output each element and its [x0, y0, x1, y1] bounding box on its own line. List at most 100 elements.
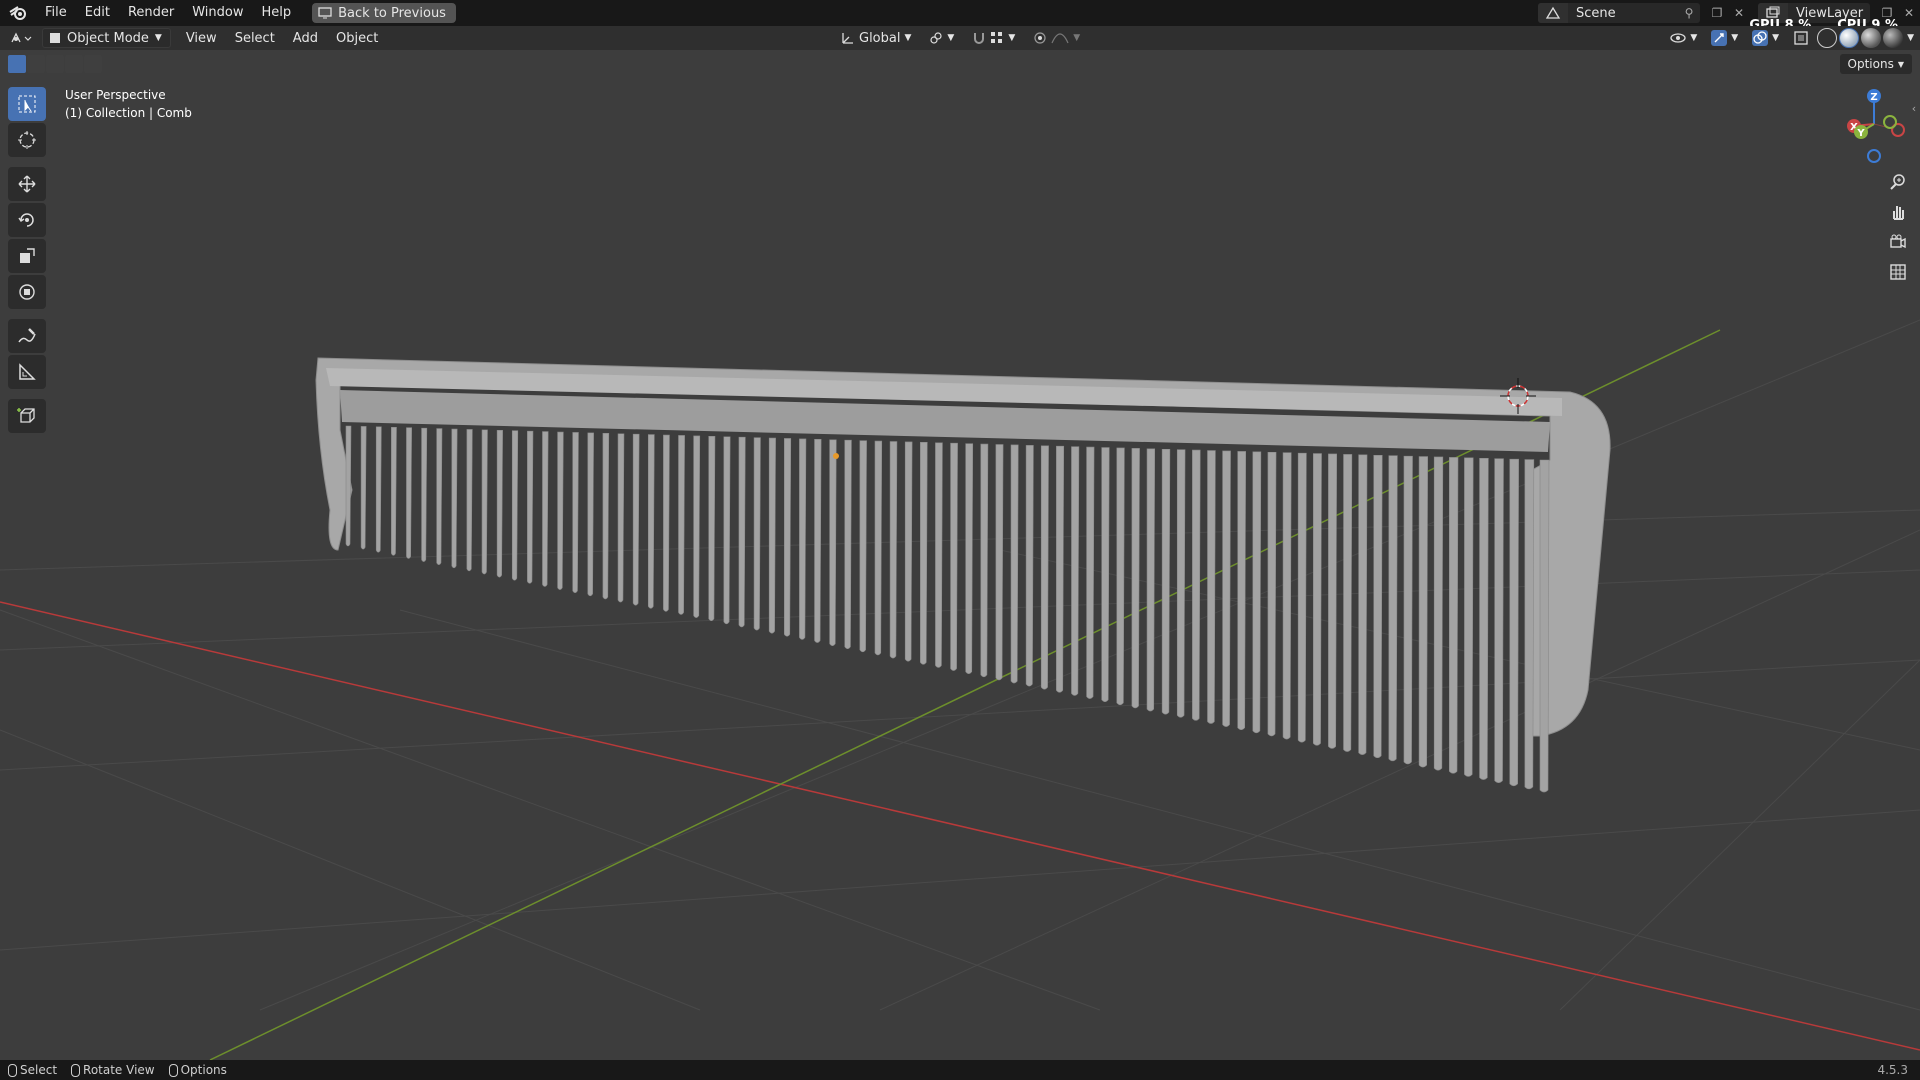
blender-logo-icon[interactable]	[0, 0, 36, 26]
scale-tool[interactable]	[8, 239, 46, 273]
orientation-icon	[842, 33, 853, 44]
comb-tooth	[1237, 451, 1247, 731]
menu-object[interactable]: Object	[327, 31, 387, 46]
version-label: 4.5.3	[1877, 1063, 1908, 1077]
status-select-hint: Select	[8, 1063, 57, 1077]
add-cube-tool[interactable]	[8, 399, 46, 433]
wireframe-shading-icon[interactable]	[1817, 28, 1838, 48]
comb-tooth	[829, 439, 837, 646]
chevron-down-icon: ▼	[1073, 33, 1081, 43]
overlays-toggle[interactable]: ▼	[1746, 28, 1785, 48]
comb-tooth	[1524, 459, 1535, 790]
xray-toggle[interactable]	[1787, 28, 1815, 48]
annotate-icon	[18, 328, 36, 343]
transform-tool[interactable]	[8, 275, 46, 309]
status-rotate-label: Rotate View	[83, 1063, 155, 1077]
hand-pan-icon[interactable]	[1886, 200, 1910, 224]
rendered-shading-icon[interactable]	[1883, 28, 1904, 48]
proportional-edit-toggle[interactable]: ▼	[1027, 28, 1086, 48]
new-scene-icon[interactable]: ❐	[1706, 3, 1728, 23]
comb-tooth	[1192, 449, 1201, 721]
gizmo-y-negative[interactable]	[1883, 115, 1897, 129]
scene-name[interactable]: Scene	[1568, 6, 1678, 21]
gizmo-toggle[interactable]: ▼	[1705, 28, 1744, 48]
delete-scene-icon[interactable]: ✕	[1728, 3, 1750, 23]
rotate-tool[interactable]	[8, 203, 46, 237]
zoom-icon[interactable]	[1886, 170, 1910, 194]
blender-window: File Edit Render Window Help Back to Pre…	[0, 0, 1920, 1080]
comb-tooth	[511, 430, 519, 581]
menu-add[interactable]: Add	[284, 31, 327, 46]
scene-selector[interactable]: Scene ⚲	[1538, 3, 1700, 23]
rotate-icon	[18, 213, 34, 227]
select-box-icon	[18, 95, 36, 113]
camera-view-icon[interactable]	[1886, 230, 1910, 254]
navigation-gizmo[interactable]: Z X Y	[1842, 86, 1912, 166]
comb-tooth	[1040, 445, 1049, 690]
grid-view-icon[interactable]	[1886, 260, 1910, 284]
comb-tooth	[1267, 451, 1277, 737]
menu-help[interactable]: Help	[253, 0, 301, 26]
options-dropdown[interactable]: Options ▼	[1839, 54, 1912, 74]
comb-tooth	[814, 439, 822, 643]
select-box-tool[interactable]	[8, 87, 46, 121]
move-tool[interactable]	[8, 167, 46, 201]
comb-object[interactable]	[315, 357, 1611, 793]
measure-tool[interactable]	[8, 355, 46, 389]
menu-edit[interactable]: Edit	[76, 0, 119, 26]
back-to-previous-button[interactable]: Back to Previous	[312, 3, 456, 23]
select-intersect-mode-icon[interactable]	[84, 55, 102, 73]
comb-tooth	[436, 428, 443, 565]
snap-toggle[interactable]: ▼	[966, 28, 1021, 48]
select-difference-mode-icon[interactable]	[65, 55, 83, 73]
menu-render[interactable]: Render	[119, 0, 183, 26]
comb-tooth	[542, 431, 549, 587]
menu-select[interactable]: Select	[226, 31, 284, 46]
comb-tooth	[1131, 448, 1140, 709]
select-new-mode-icon[interactable]	[8, 55, 26, 73]
eye-icon	[1670, 33, 1686, 43]
comb-tooth	[406, 427, 412, 559]
chevron-down-icon: ▼	[947, 33, 955, 43]
comb-tooth	[693, 435, 701, 618]
mouse-left-icon	[8, 1063, 17, 1077]
solid-shading-icon[interactable]	[1839, 28, 1860, 48]
gizmo-y-label: Y	[1856, 128, 1865, 139]
pivot-dropdown[interactable]: ▼	[923, 28, 960, 48]
comb-tooth	[572, 432, 579, 594]
chevron-down-icon: ▼	[1731, 33, 1739, 43]
gizmo-z-negative[interactable]	[1867, 149, 1881, 163]
menu-window[interactable]: Window	[183, 0, 252, 26]
back-to-previous-label: Back to Previous	[338, 5, 446, 21]
comb-tooth	[1312, 453, 1322, 746]
sidebar-toggle-icon[interactable]: ‹	[1908, 96, 1920, 120]
mode-dropdown[interactable]: Object Mode ▼	[42, 28, 171, 48]
transform-orientation-dropdown[interactable]: Global ▼	[835, 28, 917, 48]
visibility-dropdown[interactable]: ▼	[1664, 28, 1703, 48]
perspective-label: User Perspective	[65, 88, 166, 102]
comb-tooth	[1449, 457, 1459, 774]
pin-icon[interactable]: ⚲	[1678, 3, 1700, 23]
chevron-down-icon: ▼	[1772, 33, 1780, 43]
menu-file[interactable]: File	[36, 0, 76, 26]
comb-tooth	[1343, 454, 1353, 752]
annotate-tool[interactable]	[8, 319, 46, 353]
material-shading-icon[interactable]	[1861, 28, 1882, 48]
comb-tooth	[1373, 454, 1383, 759]
editor-type-icon[interactable]	[0, 28, 42, 48]
comb-tooth	[678, 435, 685, 615]
comb-tooth	[995, 444, 1004, 681]
object-mode-icon	[50, 33, 60, 43]
select-extend-mode-icon[interactable]	[27, 55, 45, 73]
move-icon	[18, 175, 36, 193]
menu-view[interactable]: View	[177, 31, 226, 46]
viewport-header: Object Mode ▼ View Select Add Object Glo…	[0, 26, 1920, 50]
comb-tooth	[708, 436, 716, 622]
comb-tooth	[496, 430, 503, 578]
delete-view-layer-icon[interactable]: ✕	[1898, 3, 1920, 23]
viewport-3d[interactable]	[0, 50, 1920, 1060]
add-cube-icon	[17, 408, 35, 423]
cursor-tool[interactable]	[8, 123, 46, 157]
chevron-down-icon[interactable]: ▼	[1907, 33, 1914, 43]
select-subtract-mode-icon[interactable]	[46, 55, 64, 73]
